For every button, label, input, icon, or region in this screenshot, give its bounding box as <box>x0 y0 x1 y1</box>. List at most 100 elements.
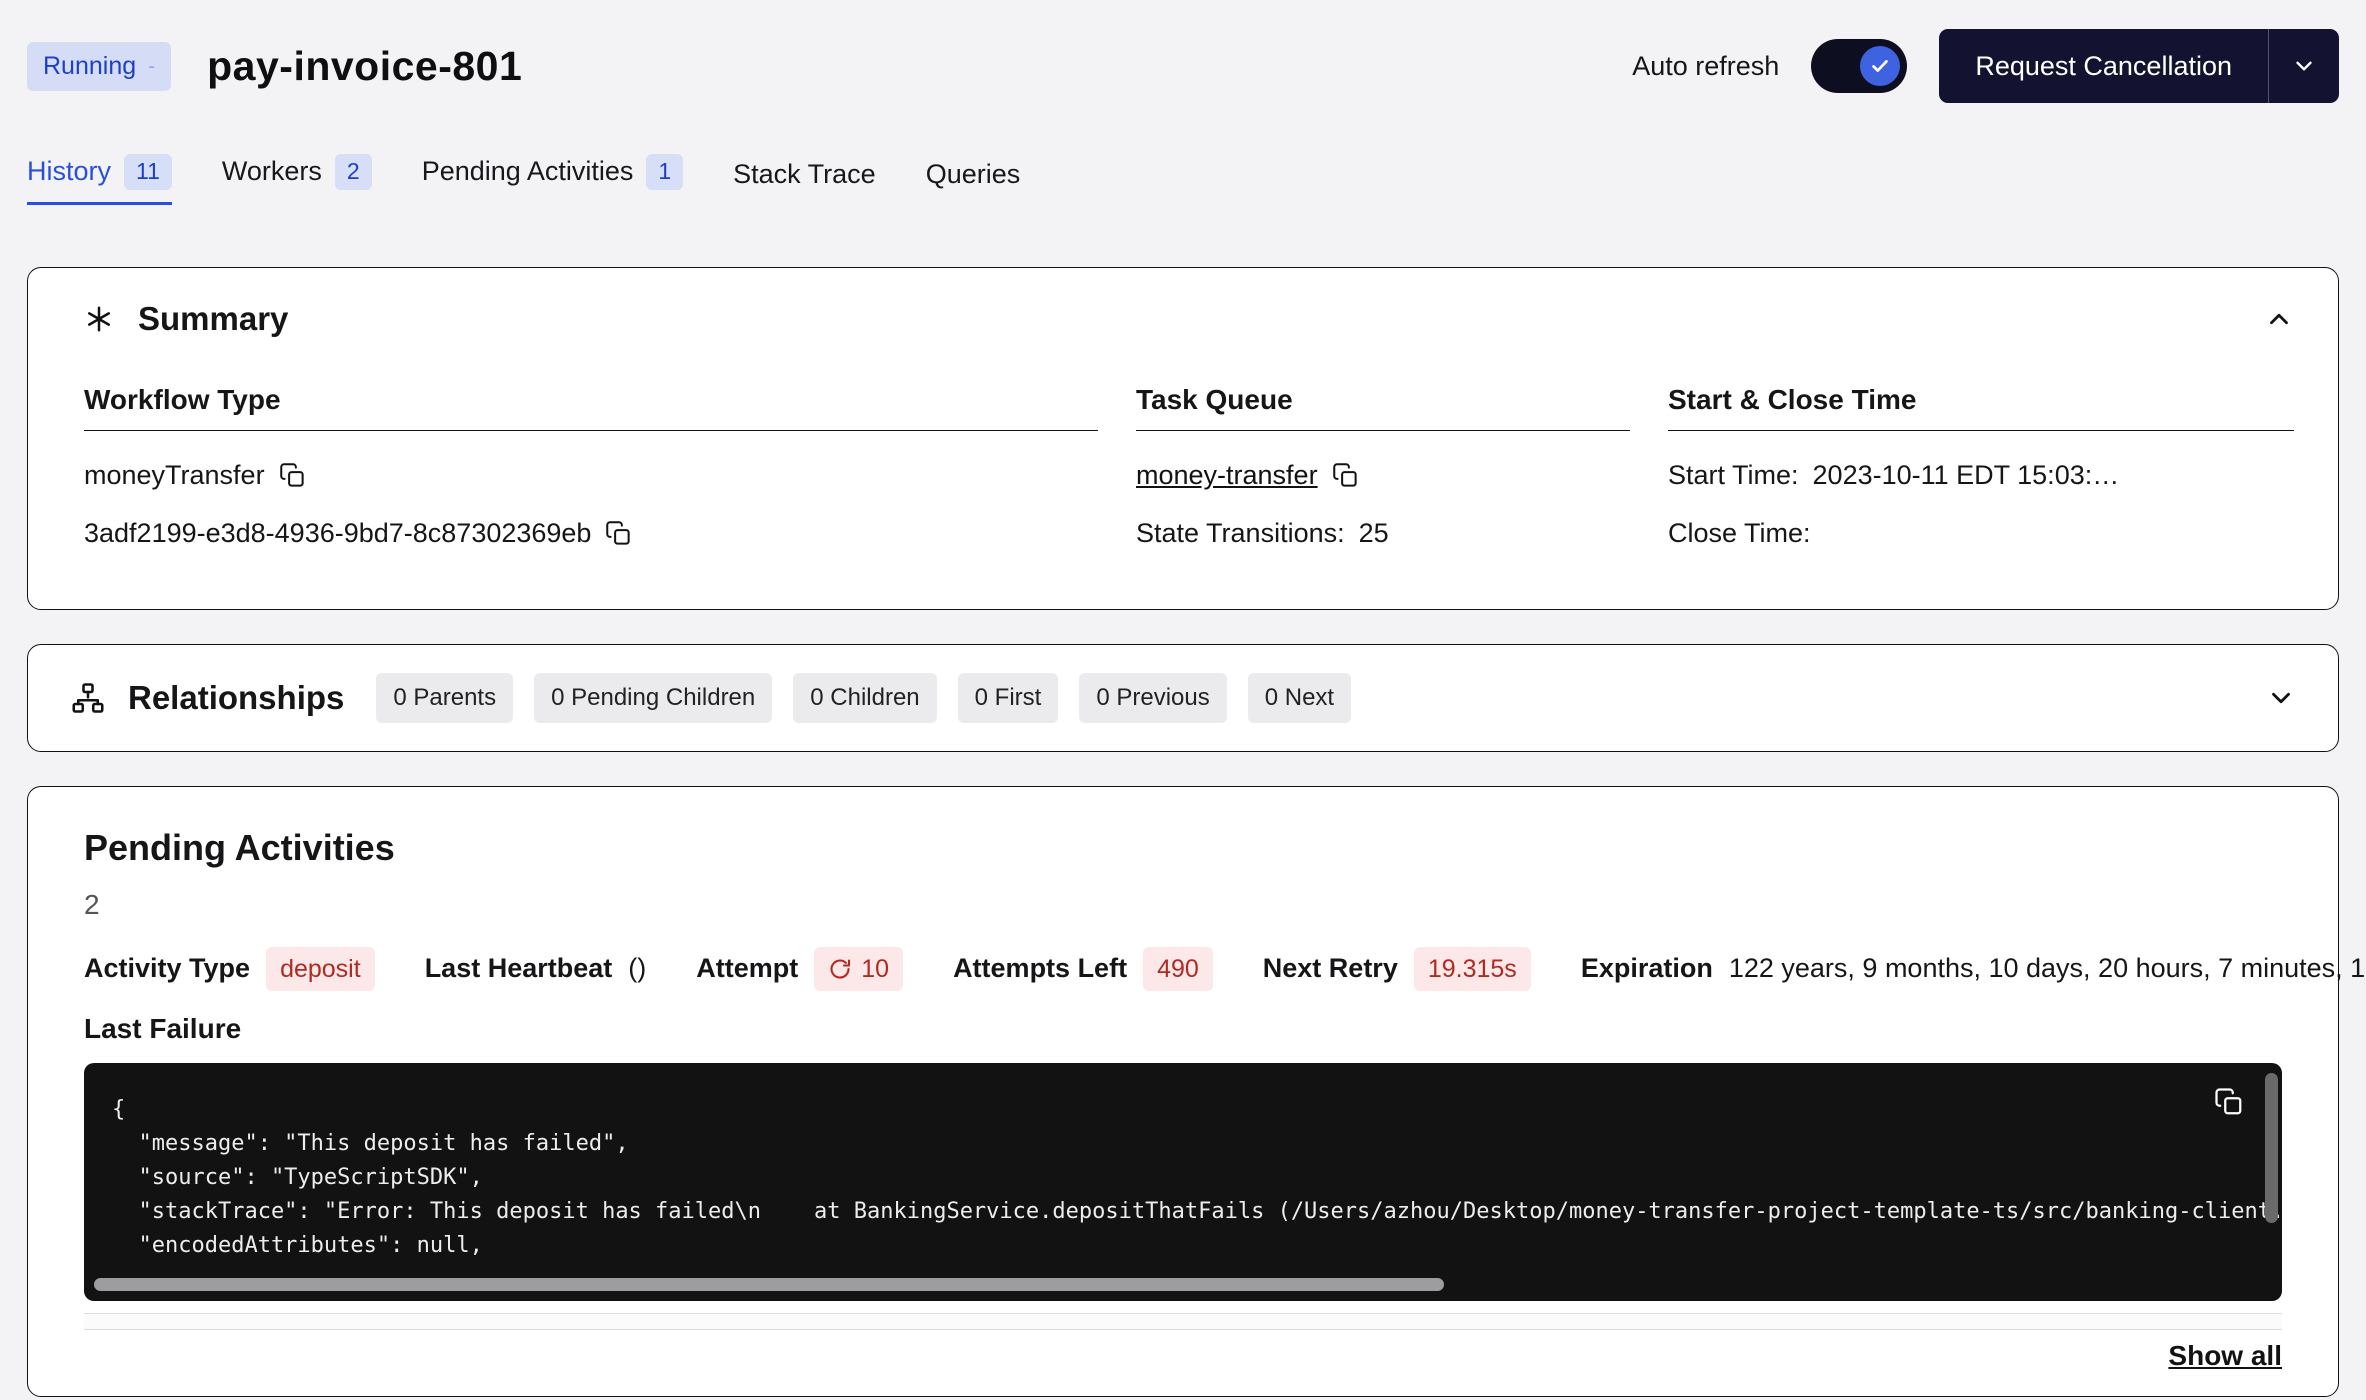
copy-icon[interactable] <box>1332 462 1359 489</box>
tab-label: Workers <box>222 156 322 187</box>
tab-label: Pending Activities <box>422 156 634 187</box>
summary-title: Summary <box>138 300 288 338</box>
tab-workers[interactable]: Workers 2 <box>222 154 372 205</box>
expiration-label: Expiration <box>1581 953 1713 984</box>
run-id-value: 3adf2199-e3d8-4936-9bd7-8c87302369eb <box>84 518 591 549</box>
collapsed-row-divider <box>84 1313 2282 1330</box>
code-line: "source": "TypeScriptSDK", <box>112 1161 2212 1195</box>
close-time-row: Close Time: <box>1668 515 2294 553</box>
relationships-title: Relationships <box>128 679 344 717</box>
activity-type-value: deposit <box>266 947 375 991</box>
close-time-label: Close Time: <box>1668 518 1811 549</box>
attempt-field: Attempt 10 <box>696 947 903 991</box>
last-failure-code-block: { "message": "This deposit has failed", … <box>84 1063 2282 1301</box>
task-queue-column: Task Queue money-transfer State Transiti… <box>1136 384 1630 573</box>
relationships-badges: 0 Parents 0 Pending Children 0 Children … <box>376 673 1351 723</box>
tab-label: Queries <box>926 159 1021 190</box>
sitemap-icon <box>70 680 106 716</box>
workflow-detail-page: Running - pay-invoice-801 Auto refresh R… <box>0 0 2366 1397</box>
start-close-time-heading: Start & Close Time <box>1668 384 2294 431</box>
asterisk-icon <box>84 304 114 334</box>
pending-activity-fields: Activity Type deposit Last Heartbeat () … <box>84 945 2282 993</box>
copy-icon[interactable] <box>279 462 306 489</box>
expiration-field: Expiration 122 years, 9 months, 10 days,… <box>1581 953 2366 984</box>
relationships-expand-button[interactable] <box>2266 683 2296 713</box>
chevron-up-icon <box>2264 304 2294 334</box>
next-retry-label: Next Retry <box>1263 953 1398 984</box>
last-heartbeat-value: () <box>628 953 646 984</box>
task-queue-link[interactable]: money-transfer <box>1136 460 1318 491</box>
state-transitions-label: State Transitions: <box>1136 518 1345 549</box>
attempts-left-value: 490 <box>1143 947 1213 991</box>
attempt-badge: 10 <box>814 947 903 991</box>
workflow-type-heading: Workflow Type <box>84 384 1098 431</box>
auto-refresh-toggle[interactable] <box>1811 39 1907 93</box>
tab-stack-trace[interactable]: Stack Trace <box>733 159 876 205</box>
tab-count-badge: 2 <box>335 154 372 190</box>
expiration-value: 122 years, 9 months, 10 days, 20 hours, … <box>1729 953 2366 984</box>
chevron-down-icon <box>2291 53 2317 79</box>
next-retry-value: 19.315s <box>1414 947 1531 991</box>
top-bar: Running - pay-invoice-801 Auto refresh R… <box>27 28 2339 104</box>
retry-icon <box>828 957 852 981</box>
show-all-link[interactable]: Show all <box>2168 1340 2282 1372</box>
attempt-value: 10 <box>861 954 889 984</box>
activity-type-field: Activity Type deposit <box>84 947 375 991</box>
top-bar-right: Auto refresh Request Cancellation <box>1632 29 2339 103</box>
check-icon <box>1869 55 1891 77</box>
request-cancellation-button[interactable]: Request Cancellation <box>1939 29 2339 103</box>
start-time-label: Start Time: <box>1668 460 1799 491</box>
parents-badge: 0 Parents <box>376 673 513 723</box>
start-close-time-column: Start & Close Time Start Time: 2023-10-1… <box>1668 384 2294 573</box>
state-transitions-row: State Transitions: 25 <box>1136 515 1630 553</box>
task-queue-row: money-transfer <box>1136 457 1630 495</box>
chevron-down-icon <box>2266 683 2296 713</box>
horizontal-scrollbar[interactable] <box>94 1278 1444 1291</box>
last-heartbeat-field: Last Heartbeat () <box>425 953 647 984</box>
summary-collapse-button[interactable] <box>2264 304 2294 334</box>
request-cancellation-label: Request Cancellation <box>1939 29 2268 103</box>
task-queue-heading: Task Queue <box>1136 384 1630 431</box>
activity-type-label: Activity Type <box>84 953 250 984</box>
tab-label: History <box>27 156 111 187</box>
state-transitions-value: 25 <box>1359 518 1389 549</box>
status-badge: Running - <box>27 42 171 91</box>
first-badge: 0 First <box>958 673 1059 723</box>
start-time-row: Start Time: 2023-10-11 EDT 15:03:… <box>1668 457 2294 495</box>
last-failure-json: { "message": "This deposit has failed", … <box>84 1063 2282 1263</box>
pending-activities-card: Pending Activities 2 Activity Type depos… <box>27 786 2339 1397</box>
auto-refresh-label: Auto refresh <box>1632 51 1779 82</box>
copy-icon[interactable] <box>605 520 632 547</box>
workflow-type-value: moneyTransfer <box>84 460 265 491</box>
code-line: "encodedAttributes": null, <box>112 1229 2212 1263</box>
tab-history[interactable]: History 11 <box>27 154 172 205</box>
code-line: { <box>112 1093 2212 1127</box>
summary-header: Summary <box>84 300 2294 338</box>
code-line: "stackTrace": "Error: This deposit has f… <box>112 1195 2212 1229</box>
pending-activity-index: 2 <box>84 889 2282 921</box>
attempts-left-label: Attempts Left <box>953 953 1127 984</box>
toggle-knob <box>1860 46 1900 86</box>
tab-label: Stack Trace <box>733 159 876 190</box>
attempts-left-field: Attempts Left 490 <box>953 947 1213 991</box>
run-id-row: 3adf2199-e3d8-4936-9bd7-8c87302369eb <box>84 515 1098 553</box>
tab-pending-activities[interactable]: Pending Activities 1 <box>422 154 683 205</box>
status-label: Running <box>43 52 136 81</box>
workflow-type-column: Workflow Type moneyTransfer 3adf2199-e3d… <box>84 384 1098 573</box>
status-tooltip-dash: - <box>148 56 155 77</box>
summary-title-row: Summary <box>84 300 288 338</box>
cancel-menu-toggle[interactable] <box>2269 29 2339 103</box>
pending-children-badge: 0 Pending Children <box>534 673 772 723</box>
relationships-card: Relationships 0 Parents 0 Pending Childr… <box>27 644 2339 752</box>
tab-queries[interactable]: Queries <box>926 159 1021 205</box>
vertical-scrollbar[interactable] <box>2265 1073 2278 1223</box>
last-heartbeat-label: Last Heartbeat <box>425 953 613 984</box>
copy-icon[interactable] <box>2214 1087 2244 1117</box>
workflow-type-row: moneyTransfer <box>84 457 1098 495</box>
top-bar-left: Running - pay-invoice-801 <box>27 42 522 91</box>
tab-bar: History 11 Workers 2 Pending Activities … <box>27 154 2339 205</box>
next-badge: 0 Next <box>1248 673 1351 723</box>
summary-columns: Workflow Type moneyTransfer 3adf2199-e3d… <box>84 384 2294 573</box>
previous-badge: 0 Previous <box>1079 673 1226 723</box>
last-failure-label: Last Failure <box>84 1013 2282 1045</box>
